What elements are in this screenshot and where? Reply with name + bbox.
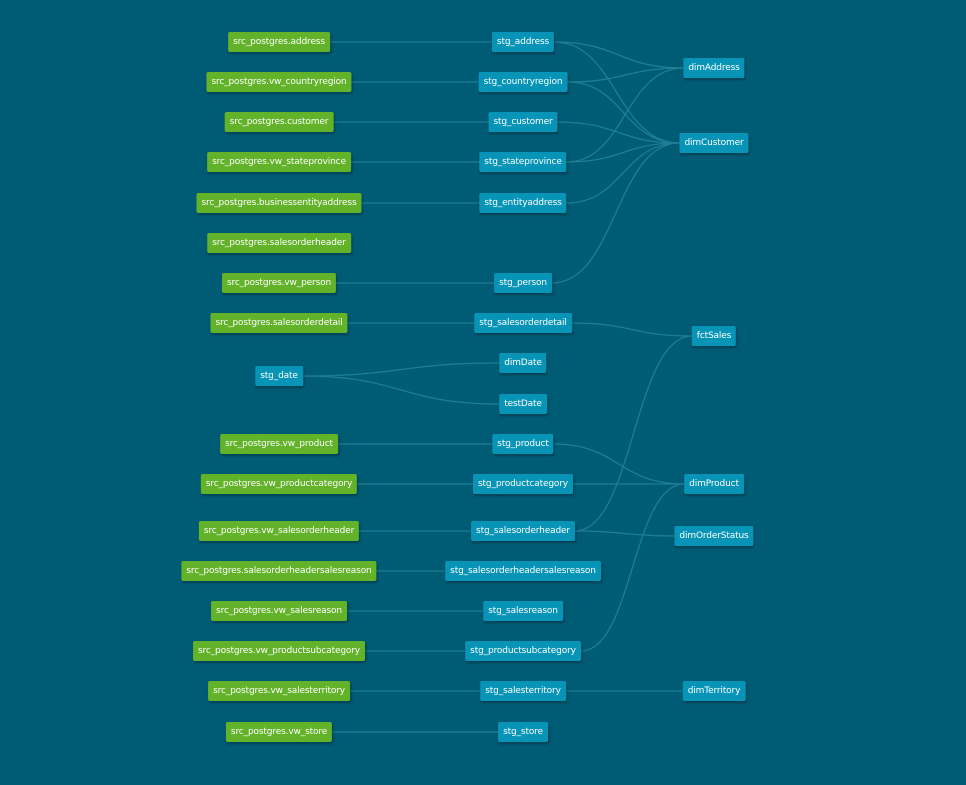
- node-dimTerritory[interactable]: dimTerritory: [682, 681, 746, 701]
- edge-stg-date-to-testDate: [302, 375, 500, 405]
- node-stg-stateprovince[interactable]: stg_stateprovince: [479, 152, 567, 172]
- edge-stg-person-to-dimCustomer: [551, 142, 680, 284]
- node-stg-productcategory[interactable]: stg_productcategory: [473, 474, 573, 494]
- node-dimAddress[interactable]: dimAddress: [683, 58, 745, 78]
- edge-stg-countryregion-to-dimAddress: [567, 67, 684, 83]
- node-stg-customer[interactable]: stg_customer: [488, 112, 558, 132]
- node-stg-salesorderdetail[interactable]: stg_salesorderdetail: [474, 313, 572, 333]
- edge-stg-date-to-dimDate: [302, 362, 500, 377]
- node-dimOrderStatus[interactable]: dimOrderStatus: [674, 526, 754, 546]
- node-stg-date[interactable]: stg_date: [255, 366, 303, 386]
- node-dimCustomer[interactable]: dimCustomer: [679, 133, 749, 153]
- node-src-address[interactable]: src_postgres.address: [228, 32, 330, 52]
- node-stg-person[interactable]: stg_person: [494, 273, 552, 293]
- node-dimDate[interactable]: dimDate: [499, 353, 547, 373]
- node-src-product[interactable]: src_postgres.vw_product: [220, 434, 338, 454]
- node-stg-productsubcategory[interactable]: stg_productsubcategory: [465, 641, 581, 661]
- node-src-person[interactable]: src_postgres.vw_person: [221, 273, 337, 293]
- node-dimProduct[interactable]: dimProduct: [684, 474, 744, 494]
- node-stg-salesterritory[interactable]: stg_salesterritory: [480, 681, 566, 701]
- node-src-productsubcategory[interactable]: src_postgres.vw_productsubcategory: [193, 641, 365, 661]
- node-src-store[interactable]: src_postgres.vw_store: [225, 722, 333, 742]
- node-src-countryregion[interactable]: src_postgres.vw_countryregion: [206, 72, 352, 92]
- edge-stg-salesorderdetail-to-fctSales: [571, 322, 693, 337]
- node-src-salesorderheader[interactable]: src_postgres.salesorderheader: [207, 233, 351, 253]
- node-src-vw-salesorderheader[interactable]: src_postgres.vw_salesorderheader: [198, 521, 360, 541]
- lineage-graph[interactable]: src_postgres.address src_postgres.vw_coun…: [0, 0, 966, 785]
- node-src-stateprovince[interactable]: src_postgres.vw_stateprovince: [207, 152, 351, 172]
- node-stg-salesorderheadersalesreason[interactable]: stg_salesorderheadersalesreason: [445, 561, 601, 581]
- node-src-salesorderdetail[interactable]: src_postgres.salesorderdetail: [210, 313, 348, 333]
- node-src-salesreason[interactable]: src_postgres.vw_salesreason: [211, 601, 347, 621]
- node-src-salesorderheadersalesreason[interactable]: src_postgres.salesorderheadersalesreason: [181, 561, 377, 581]
- node-src-salesterritory[interactable]: src_postgres.vw_salesterritory: [208, 681, 350, 701]
- node-stg-countryregion[interactable]: stg_countryregion: [478, 72, 568, 92]
- edge-stg-salesorderheader-to-fctSales: [574, 335, 693, 532]
- lineage-edges: [302, 41, 693, 733]
- node-src-productcategory[interactable]: src_postgres.vw_productcategory: [200, 474, 358, 494]
- node-fctSales[interactable]: fctSales: [691, 326, 737, 346]
- node-testDate[interactable]: testDate: [499, 394, 547, 414]
- node-stg-address[interactable]: stg_address: [491, 32, 555, 52]
- node-stg-store[interactable]: stg_store: [498, 722, 548, 742]
- edge-stg-salesorderheader-to-dimOrderStatus: [574, 530, 675, 537]
- node-stg-salesorderheader[interactable]: stg_salesorderheader: [471, 521, 575, 541]
- node-stg-salesreason[interactable]: stg_salesreason: [483, 601, 563, 621]
- node-src-customer[interactable]: src_postgres.customer: [224, 112, 334, 132]
- node-src-businessentityaddress[interactable]: src_postgres.businessentityaddress: [196, 193, 362, 213]
- node-stg-product[interactable]: stg_product: [492, 434, 554, 454]
- node-stg-entityaddress[interactable]: stg_entityaddress: [479, 193, 567, 213]
